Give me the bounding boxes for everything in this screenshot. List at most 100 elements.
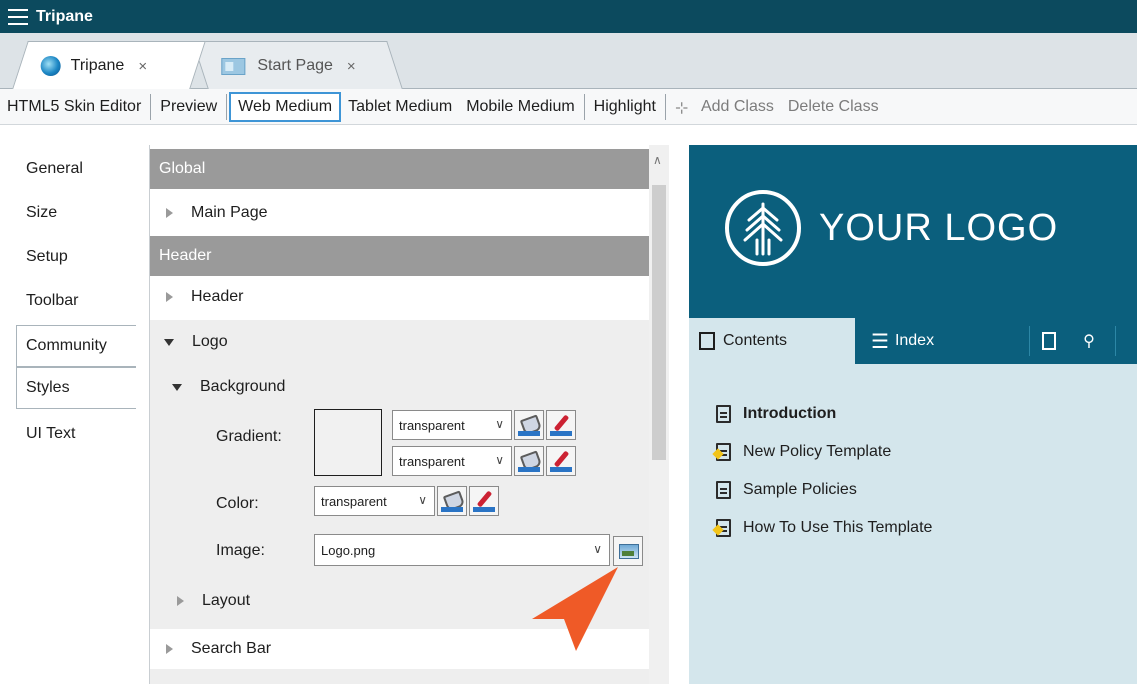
search-person-icon: ⚲ [1083,333,1095,350]
toc-item-label: How To Use This Template [743,519,933,536]
group-header-global: Global [150,149,649,189]
tab-start-page-label: Start Page [257,56,333,74]
collapse-arrow-icon[interactable] [164,338,174,346]
add-class-icon: ⊹ [674,99,689,117]
tab-index[interactable]: ☰ Index [859,318,969,364]
mobile-medium-button[interactable]: Mobile Medium [459,92,581,122]
menu-icon[interactable] [8,8,28,25]
tab-start-page[interactable]: Start Page × [192,41,403,89]
tab-contents[interactable]: Contents [689,318,855,364]
document-tab-strip: Start Page × Tripane × [0,33,1137,89]
image-browse-icon[interactable] [613,536,643,566]
tab-tripane-label: Tripane [70,56,125,74]
collapse-arrow-icon[interactable] [172,383,182,391]
eyedropper-icon[interactable] [546,446,576,476]
toc-item-new-policy-template[interactable]: New Policy Template [712,433,1116,471]
preview-button[interactable]: Preview [153,92,224,122]
add-class-button[interactable]: ⊹ Add Class [668,92,781,122]
toc-item-sample-policies[interactable]: Sample Policies [716,471,1116,509]
tree-item-background[interactable]: Background [150,367,649,407]
tree-item-header[interactable]: Header [150,277,649,317]
paint-bucket-icon[interactable] [514,446,544,476]
tab-contents-label: Contents [723,332,788,349]
gradient-stop2-value: transparent [399,453,465,469]
image-value: Logo.png [321,542,376,558]
image-select[interactable]: Logo.png ∨ [314,534,610,566]
tree-item-main-page[interactable]: Main Page [150,193,649,233]
toc-item-how-to-use[interactable]: How To Use This Template [712,509,1116,547]
nav-item-setup[interactable]: Setup [16,236,136,278]
background-label: Background [200,378,286,395]
tab-tripane[interactable]: Tripane × [12,41,206,89]
expand-arrow-icon[interactable] [166,292,173,302]
tab-separator [1115,326,1116,356]
document-icon [712,443,731,461]
document-icon [712,519,731,537]
chevron-down-icon: ∨ [495,417,504,431]
nav-item-community[interactable]: Community [16,325,136,367]
group-header-header: Header [150,236,649,276]
expand-arrow-icon[interactable] [177,596,184,606]
document-icon [716,405,731,423]
nav-item-ui-text[interactable]: UI Text [16,413,136,455]
logo-text: YOUR LOGO [819,207,1059,249]
eyedropper-icon[interactable] [469,486,499,516]
toolbar-separator [664,93,666,120]
close-icon[interactable]: × [138,57,147,74]
toolbar-separator [226,93,228,120]
logo-label: Logo [192,333,228,350]
tab-glossary[interactable] [1029,318,1069,364]
gradient-stop2-select[interactable]: transparent ∨ [392,446,512,476]
toc-item-label: Sample Policies [743,481,857,498]
skin-settings-nav: General Size Setup Toolbar Community Sty… [0,145,138,445]
preview-header: YOUR LOGO [689,145,1137,318]
chevron-down-icon: ∨ [418,493,427,507]
glossary-icon [1042,332,1056,350]
html5-skin-editor-button[interactable]: HTML5 Skin Editor [0,92,148,122]
nav-item-toolbar[interactable]: Toolbar [16,280,136,322]
tab-index-label: Index [894,332,935,349]
expand-arrow-icon[interactable] [166,644,173,654]
toc-item-label: Introduction [743,405,837,422]
new-star-icon [712,448,724,460]
start-page-icon [221,57,246,74]
eyedropper-icon[interactable] [546,410,576,440]
gradient-preview-swatch [314,409,382,476]
toc-list: Introduction New Policy Template Sample … [712,395,1116,547]
paint-bucket-icon[interactable] [437,486,467,516]
chevron-down-icon: ∨ [495,453,504,467]
toolbar-separator [583,93,585,120]
gradient-stop1-select[interactable]: transparent ∨ [392,410,512,440]
toc-item-label: New Policy Template [743,443,892,460]
new-star-icon [712,524,724,536]
expand-arrow-icon[interactable] [166,208,173,218]
paint-bucket-icon[interactable] [514,410,544,440]
search-bar-label: Search Bar [191,640,272,657]
color-select[interactable]: transparent ∨ [314,486,435,516]
color-value: transparent [321,493,387,509]
toc-item-introduction[interactable]: Introduction [716,395,1116,433]
color-label: Color: [216,495,259,512]
pointer-arrow-icon [532,567,618,651]
tablet-medium-button[interactable]: Tablet Medium [341,92,459,122]
close-icon[interactable]: × [347,57,356,74]
skin-editor-toolbar: HTML5 Skin Editor Preview Web Medium Tab… [0,89,1137,125]
tripane-app-icon [40,55,61,76]
main-page-label: Main Page [191,204,268,221]
chevron-down-icon: ∨ [593,542,602,556]
gradient-stop1-value: transparent [399,417,465,433]
nav-item-general[interactable]: General [16,148,136,190]
tree-item-logo[interactable]: Logo [150,322,649,362]
delete-class-button[interactable]: Delete Class [781,92,886,122]
nav-item-styles[interactable]: Styles [16,367,136,409]
scroll-thumb[interactable] [652,185,666,460]
highlight-button[interactable]: Highlight [587,92,663,122]
scroll-up-icon[interactable]: ∧ [653,153,662,167]
app-title: Tripane [36,7,93,25]
nav-item-size[interactable]: Size [16,192,136,234]
editor-scrollbar[interactable]: ∧ [649,145,669,684]
tab-search[interactable]: ⚲ [1069,318,1109,364]
web-medium-button[interactable]: Web Medium [229,91,342,122]
document-icon [716,481,731,499]
skin-preview-pane: YOUR LOGO Contents ☰ Index ⚲ Introductio… [689,145,1137,684]
